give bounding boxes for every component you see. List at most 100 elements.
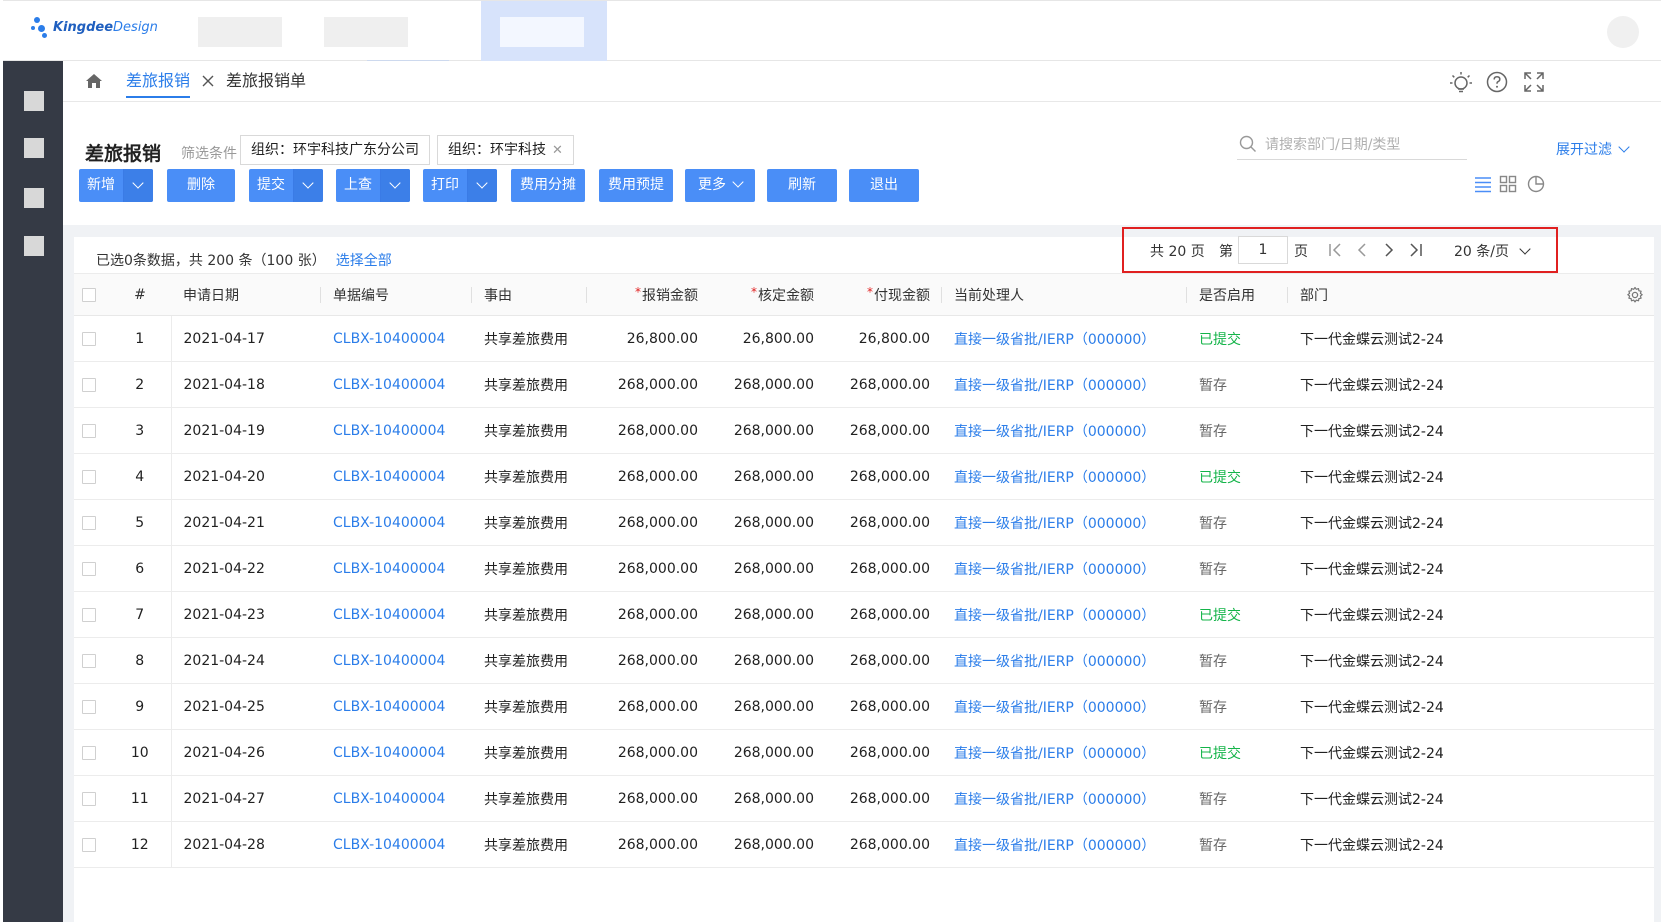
row-checkbox[interactable] xyxy=(82,607,96,622)
cell-handler-link[interactable]: 直接一级省批/IERP（000000） xyxy=(942,683,1187,730)
cell-code-link[interactable]: CLBX-10400004 xyxy=(321,683,472,730)
column-header-date[interactable]: 申请日期 xyxy=(171,273,321,316)
filter-chip-org-guangdong[interactable]: 组织：环宇科技广东分公司 xyxy=(240,135,430,165)
column-header-reason[interactable]: 事由 xyxy=(472,273,587,316)
cell-handler-link[interactable]: 直接一级省批/IERP（000000） xyxy=(942,591,1187,638)
cell-handler-link[interactable]: 直接一级省批/IERP（000000） xyxy=(942,821,1187,868)
cost-accrual-button[interactable]: 费用预提 xyxy=(599,169,673,202)
table-row[interactable]: 11 2021-04-27 CLBX-10400004 共享差旅费用 268,000.0… xyxy=(74,775,1654,822)
table-row[interactable]: 6 2021-04-22 CLBX-10400004 共享差旅费用 268,000.00… xyxy=(74,545,1654,592)
home-icon[interactable] xyxy=(85,73,103,89)
exit-button[interactable]: 退出 xyxy=(849,169,919,202)
cell-handler-link[interactable]: 直接一级省批/IERP（000000） xyxy=(942,545,1187,592)
sidebar-item-2[interactable] xyxy=(24,138,44,158)
select-all-checkbox[interactable] xyxy=(82,287,96,302)
gear-icon[interactable] xyxy=(1626,286,1644,304)
cell-code-link[interactable]: CLBX-10400004 xyxy=(321,499,472,546)
chevron-down-icon[interactable] xyxy=(123,169,153,202)
cell-handler-link[interactable]: 直接一级省批/IERP（000000） xyxy=(942,407,1187,454)
column-header-approved-amount[interactable]: *核定金额 xyxy=(710,273,826,316)
table-row[interactable]: 5 2021-04-21 CLBX-10400004 共享差旅费用 268,000.00… xyxy=(74,499,1654,546)
list-view-icon[interactable] xyxy=(1474,175,1492,193)
page-number-input[interactable] xyxy=(1238,236,1288,264)
select-all-link[interactable]: 选择全部 xyxy=(336,253,392,269)
table-row[interactable]: 10 2021-04-26 CLBX-10400004 共享差旅费用 268,000.0… xyxy=(74,729,1654,776)
table-row[interactable]: 2 2021-04-18 CLBX-10400004 共享差旅费用 268,000.00… xyxy=(74,361,1654,408)
cell-code-link[interactable]: CLBX-10400004 xyxy=(321,591,472,638)
column-header-code[interactable]: 单据编号 xyxy=(321,273,472,316)
table-row[interactable]: 1 2021-04-17 CLBX-10400004 共享差旅费用 26,800.00 2… xyxy=(74,315,1654,362)
row-checkbox[interactable] xyxy=(82,561,96,576)
breadcrumb-tab-active[interactable]: 差旅报销 xyxy=(126,70,191,98)
expand-filter-link[interactable]: 展开过滤 xyxy=(1556,139,1630,159)
cell-handler-link[interactable]: 直接一级省批/IERP（000000） xyxy=(942,775,1187,822)
row-checkbox[interactable] xyxy=(82,837,96,852)
cell-handler-link[interactable]: 直接一级省批/IERP（000000） xyxy=(942,453,1187,500)
chart-view-icon[interactable] xyxy=(1527,175,1545,193)
chevron-down-icon[interactable] xyxy=(380,169,410,202)
row-checkbox[interactable] xyxy=(82,699,96,714)
cell-handler-link[interactable]: 直接一级省批/IERP（000000） xyxy=(942,361,1187,408)
fullscreen-icon[interactable] xyxy=(1522,70,1546,94)
trace-up-button[interactable]: 上查 xyxy=(336,169,410,202)
cell-code-link[interactable]: CLBX-10400004 xyxy=(321,729,472,776)
row-checkbox[interactable] xyxy=(82,469,96,484)
cell-code-link[interactable]: CLBX-10400004 xyxy=(321,407,472,454)
breadcrumb-tab-second[interactable]: 差旅报销单 xyxy=(226,70,306,92)
sidebar-item-3[interactable] xyxy=(24,188,44,208)
cell-handler-link[interactable]: 直接一级省批/IERP（000000） xyxy=(942,637,1187,684)
help-icon[interactable] xyxy=(1485,70,1509,94)
table-row[interactable]: 7 2021-04-23 CLBX-10400004 共享差旅费用 268,000.00… xyxy=(74,591,1654,638)
close-icon[interactable] xyxy=(201,72,215,90)
top-nav-tab-2[interactable] xyxy=(324,17,408,47)
row-checkbox[interactable] xyxy=(82,515,96,530)
table-row[interactable]: 8 2021-04-24 CLBX-10400004 共享差旅费用 268,000.00… xyxy=(74,637,1654,684)
row-checkbox[interactable] xyxy=(82,331,96,346)
prev-page-icon[interactable] xyxy=(1352,239,1372,261)
cell-handler-link[interactable]: 直接一级省批/IERP（000000） xyxy=(942,315,1187,362)
filter-chip-org[interactable]: 组织：环宇科技 ✕ xyxy=(437,135,574,165)
cell-handler-link[interactable]: 直接一级省批/IERP（000000） xyxy=(942,729,1187,776)
more-button[interactable]: 更多 xyxy=(685,169,755,202)
row-checkbox[interactable] xyxy=(82,745,96,760)
cost-allocation-button[interactable]: 费用分摊 xyxy=(511,169,585,202)
cell-code-link[interactable]: CLBX-10400004 xyxy=(321,775,472,822)
print-button[interactable]: 打印 xyxy=(423,169,497,202)
brand-logo[interactable]: KingdeeDesign xyxy=(31,15,158,39)
refresh-button[interactable]: 刷新 xyxy=(767,169,837,202)
lightbulb-icon[interactable] xyxy=(1449,70,1473,94)
last-page-icon[interactable] xyxy=(1405,239,1425,261)
table-row[interactable]: 9 2021-04-25 CLBX-10400004 共享差旅费用 268,000.00… xyxy=(74,683,1654,730)
close-icon[interactable]: ✕ xyxy=(552,143,563,158)
next-page-icon[interactable] xyxy=(1379,239,1399,261)
row-checkbox[interactable] xyxy=(82,377,96,392)
cell-code-link[interactable]: CLBX-10400004 xyxy=(321,315,472,362)
row-checkbox[interactable] xyxy=(82,791,96,806)
table-row[interactable]: 3 2021-04-19 CLBX-10400004 共享差旅费用 268,000.00… xyxy=(74,407,1654,454)
row-checkbox[interactable] xyxy=(82,423,96,438)
column-header-status[interactable]: 是否启用 xyxy=(1187,273,1288,316)
page-size-select[interactable]: 20 条/页 xyxy=(1454,241,1531,261)
cell-code-link[interactable]: CLBX-10400004 xyxy=(321,637,472,684)
cell-code-link[interactable]: CLBX-10400004 xyxy=(321,453,472,500)
search-input[interactable] xyxy=(1265,134,1461,156)
column-header-handler[interactable]: 当前处理人 xyxy=(942,273,1187,316)
cell-code-link[interactable]: CLBX-10400004 xyxy=(321,545,472,592)
user-avatar[interactable] xyxy=(1607,16,1639,48)
cell-code-link[interactable]: CLBX-10400004 xyxy=(321,821,472,868)
row-checkbox[interactable] xyxy=(82,653,96,668)
cell-handler-link[interactable]: 直接一级省批/IERP（000000） xyxy=(942,499,1187,546)
search-icon[interactable] xyxy=(1239,135,1257,153)
chevron-down-icon[interactable] xyxy=(293,169,323,202)
submit-button[interactable]: 提交 xyxy=(249,169,323,202)
delete-button[interactable]: 删除 xyxy=(167,169,235,202)
cell-code-link[interactable]: CLBX-10400004 xyxy=(321,361,472,408)
sidebar-item-1[interactable] xyxy=(24,91,44,111)
sidebar-item-4[interactable] xyxy=(24,236,44,256)
chevron-down-icon[interactable] xyxy=(467,169,497,202)
column-header-claim-amount[interactable]: *报销金额 xyxy=(587,273,710,316)
table-row[interactable]: 12 2021-04-28 CLBX-10400004 共享差旅费用 268,000.0… xyxy=(74,821,1654,868)
grid-view-icon[interactable] xyxy=(1499,175,1517,193)
add-button[interactable]: 新增 xyxy=(79,169,153,202)
column-header-cash-amount[interactable]: *付现金额 xyxy=(826,273,942,316)
